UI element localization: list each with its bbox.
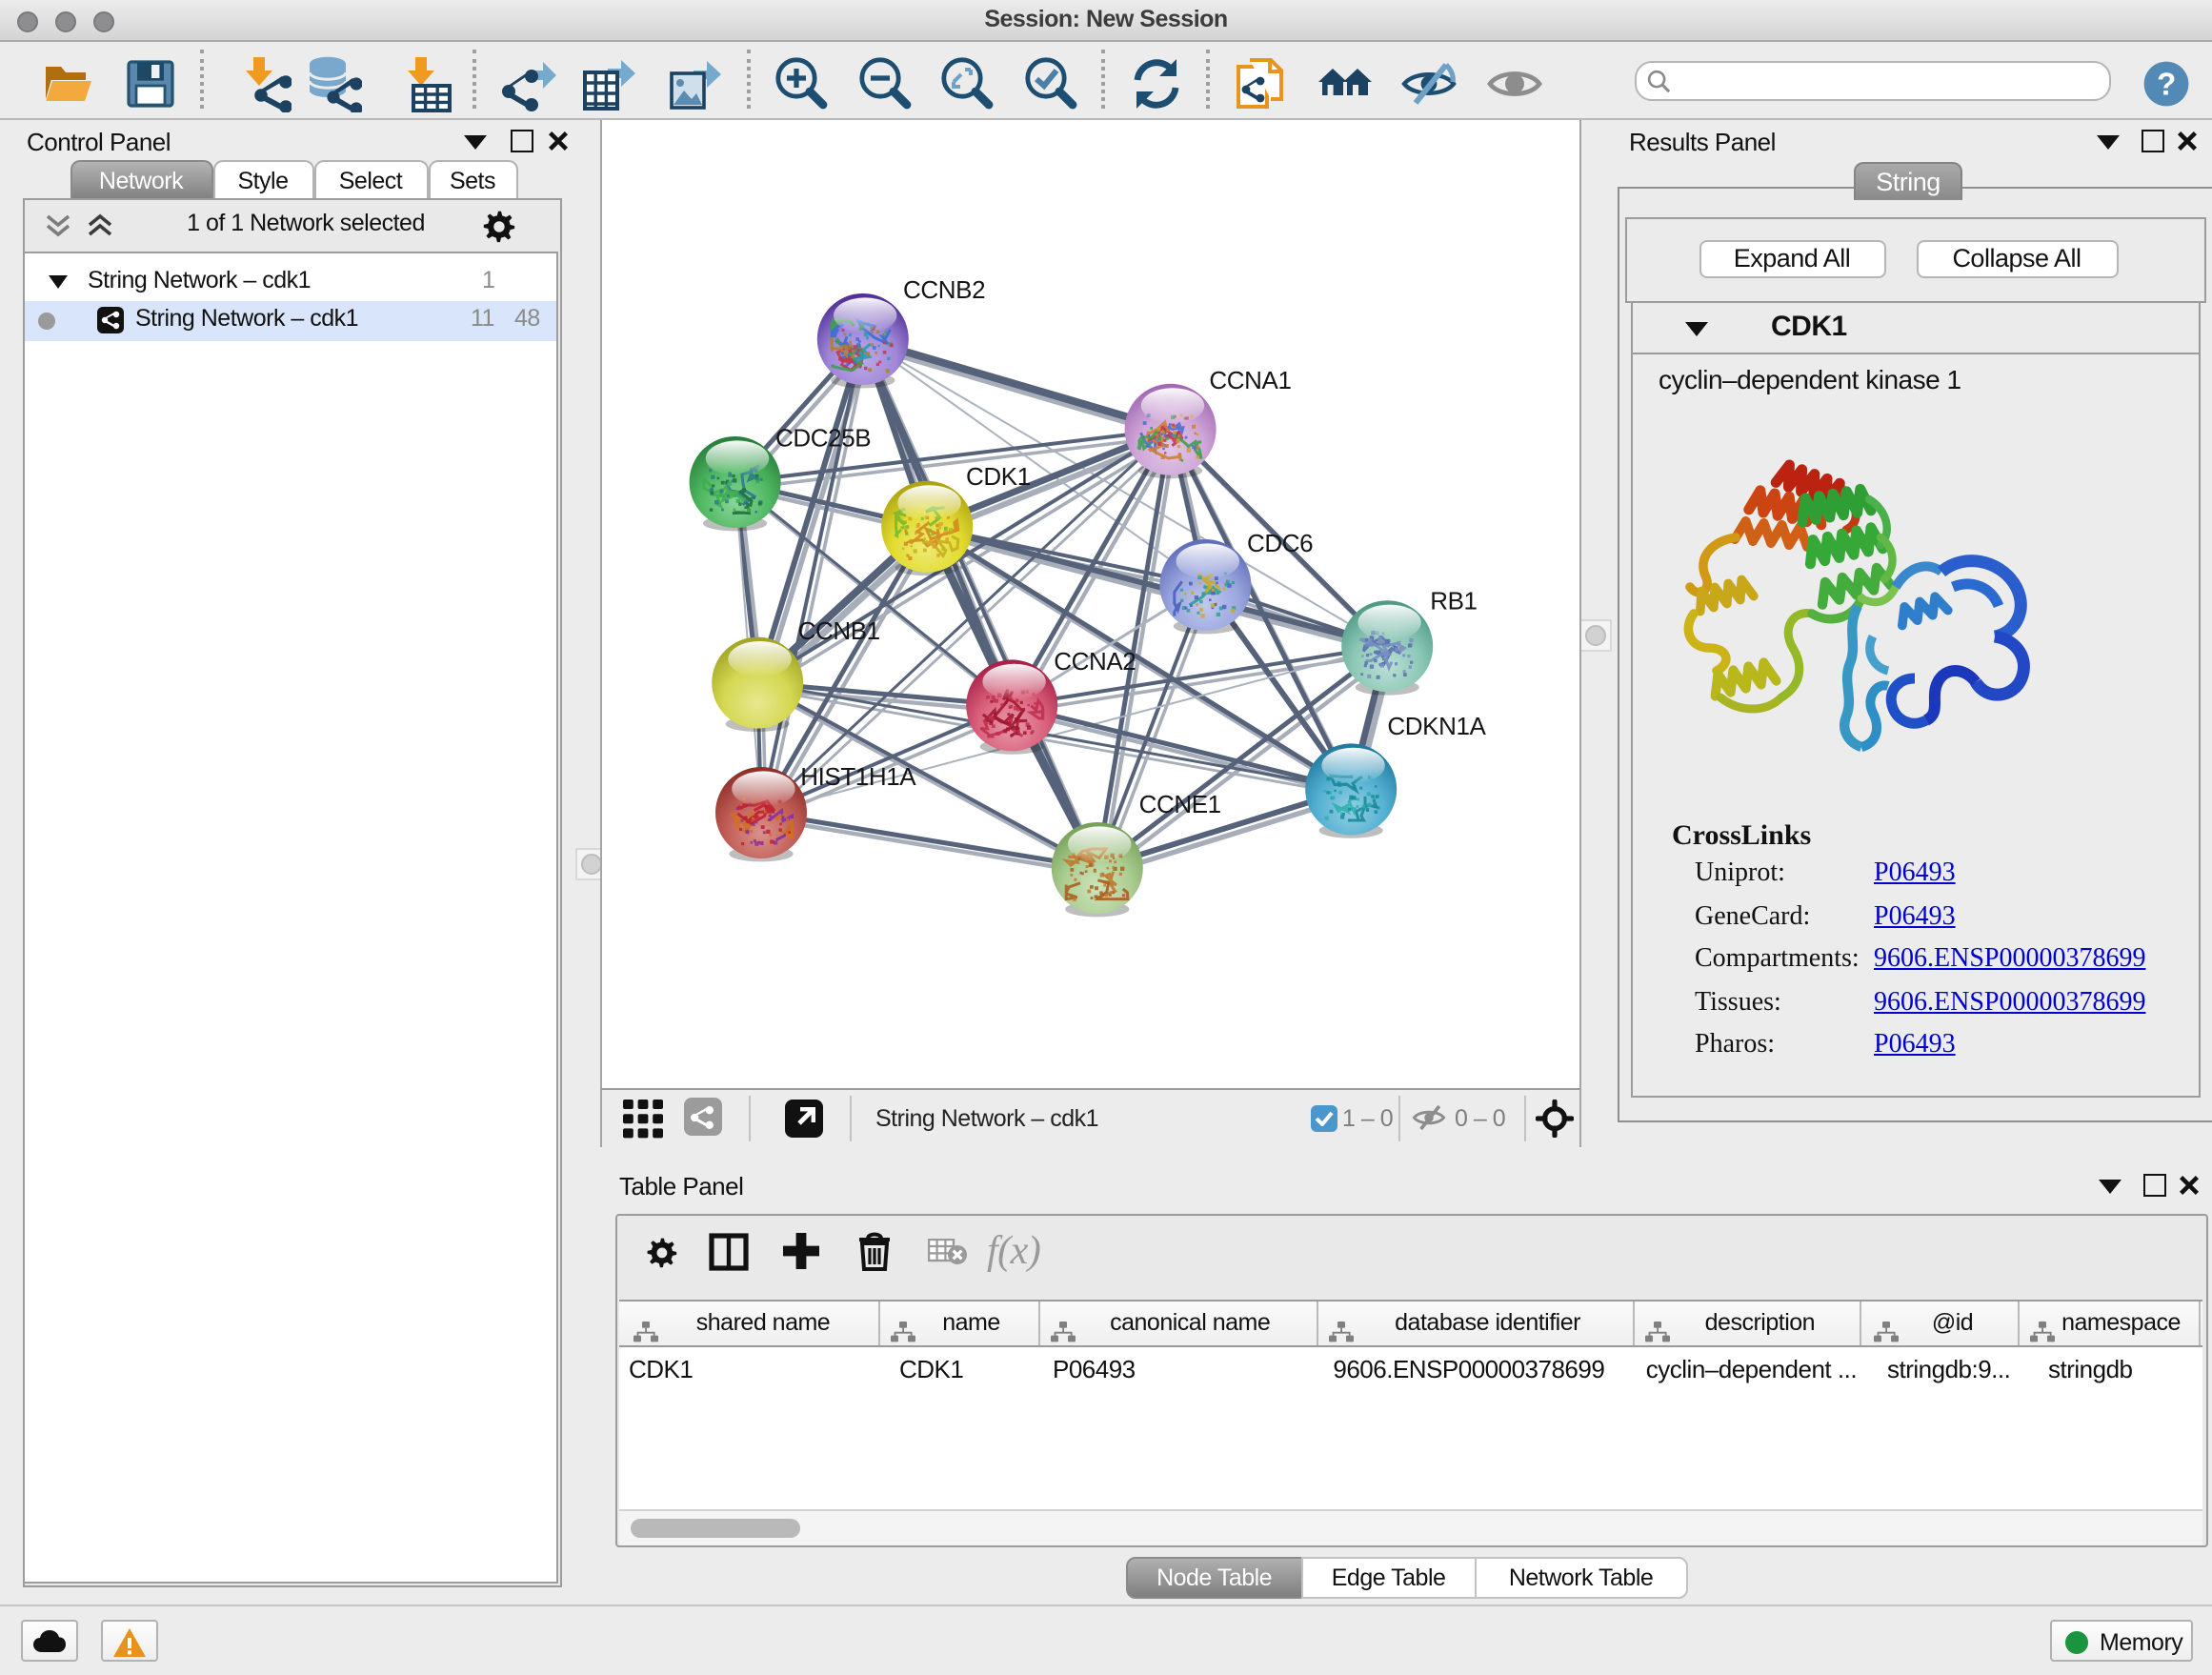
svg-text:HIST1H1A: HIST1H1A — [799, 762, 915, 791]
svg-text:?: ? — [2157, 66, 2176, 101]
svg-text:CCNE1: CCNE1 — [1138, 790, 1220, 818]
svg-text:RB1: RB1 — [1429, 587, 1476, 616]
svg-text:CDC6: CDC6 — [1246, 529, 1312, 557]
svg-text:CDKN1A: CDKN1A — [1386, 712, 1485, 740]
svg-text:CCNB1: CCNB1 — [797, 616, 879, 645]
svg-text:CCNB2: CCNB2 — [902, 275, 984, 304]
svg-text:CDK1: CDK1 — [965, 462, 1030, 491]
svg-text:CDC25B: CDC25B — [774, 424, 870, 453]
svg-text:CCNA2: CCNA2 — [1053, 647, 1135, 676]
svg-text:CCNA1: CCNA1 — [1208, 366, 1290, 394]
